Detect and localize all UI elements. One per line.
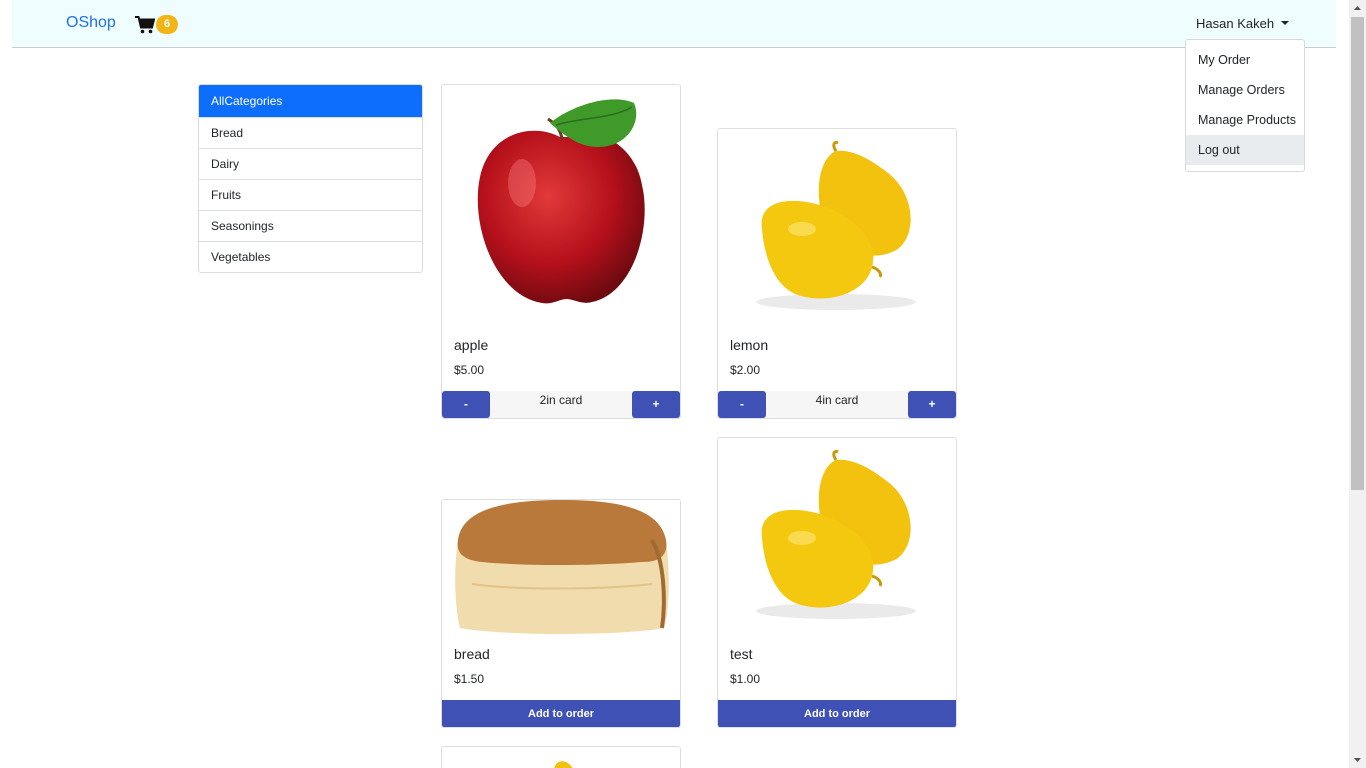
shopping-cart-icon bbox=[135, 16, 155, 34]
category-item-fruits[interactable]: Fruits bbox=[199, 179, 422, 210]
scroll-down-icon[interactable] bbox=[1349, 751, 1366, 768]
decrease-quantity-button[interactable]: - bbox=[718, 391, 766, 418]
product-card-test: test $1.00 Add to order bbox=[717, 437, 957, 728]
cart-count-badge: 6 bbox=[156, 15, 178, 34]
quantity-control: - 4in card + bbox=[718, 391, 956, 418]
user-menu-toggle[interactable]: Hasan Kakeh bbox=[1196, 16, 1290, 31]
lemon-image bbox=[554, 761, 572, 768]
page-scrollbar[interactable] bbox=[1349, 0, 1366, 768]
decrease-quantity-button[interactable]: - bbox=[442, 391, 490, 418]
product-price: $1.00 bbox=[730, 672, 761, 686]
product-card-apple: apple $5.00 - 2in card + bbox=[441, 84, 681, 419]
menu-item-manage-products[interactable]: Manage Products bbox=[1186, 105, 1304, 135]
brand-link[interactable]: OShop bbox=[66, 14, 116, 32]
apple-image bbox=[477, 99, 645, 304]
add-to-order-button[interactable]: Add to order bbox=[442, 700, 680, 727]
category-list: AllCategories Bread Dairy Fruits Seasoni… bbox=[198, 84, 423, 273]
increase-quantity-button[interactable]: + bbox=[632, 391, 680, 418]
user-dropdown-menu: My Order Manage Orders Manage Products L… bbox=[1185, 39, 1305, 172]
bread-image bbox=[455, 500, 669, 634]
product-name: lemon bbox=[730, 337, 769, 353]
user-name: Hasan Kakeh bbox=[1196, 16, 1275, 31]
category-item-seasonings[interactable]: Seasonings bbox=[199, 210, 422, 241]
add-to-order-button[interactable]: Add to order bbox=[718, 700, 956, 727]
product-name: apple bbox=[454, 337, 489, 353]
menu-item-manage-orders[interactable]: Manage Orders bbox=[1186, 75, 1304, 105]
navbar: OShop 6 Hasan Kakeh bbox=[12, 0, 1336, 48]
product-name: test bbox=[730, 646, 753, 662]
product-card-lemon: lemon $2.00 - 4in card + bbox=[717, 128, 957, 419]
category-item-bread[interactable]: Bread bbox=[199, 117, 422, 148]
quantity-in-cart: 2in card bbox=[539, 393, 583, 407]
increase-quantity-button[interactable]: + bbox=[908, 391, 956, 418]
lemon-image bbox=[756, 141, 916, 310]
caret-down-icon bbox=[1281, 21, 1290, 25]
menu-item-my-order[interactable]: My Order bbox=[1186, 45, 1304, 75]
lemon-image bbox=[756, 450, 916, 619]
scroll-up-icon[interactable] bbox=[1349, 0, 1366, 17]
product-price: $1.50 bbox=[454, 672, 485, 686]
category-item-all[interactable]: AllCategories bbox=[199, 85, 422, 117]
product-price: $5.00 bbox=[454, 363, 485, 377]
cart-link[interactable]: 6 bbox=[135, 15, 179, 37]
product-price: $2.00 bbox=[730, 363, 761, 377]
product-card-bread: bread $1.50 Add to order bbox=[441, 499, 681, 728]
category-item-dairy[interactable]: Dairy bbox=[199, 148, 422, 179]
quantity-control: - 2in card + bbox=[442, 391, 680, 418]
menu-item-log-out[interactable]: Log out bbox=[1186, 135, 1304, 165]
scrollbar-thumb[interactable] bbox=[1351, 17, 1364, 490]
product-name: bread bbox=[454, 646, 490, 662]
category-item-vegetables[interactable]: Vegetables bbox=[199, 241, 422, 272]
product-card-partial bbox=[441, 746, 681, 768]
quantity-in-cart: 4in card bbox=[815, 393, 859, 407]
page: OShop 6 Hasan Kakeh My Order Manage Orde… bbox=[0, 0, 1366, 768]
